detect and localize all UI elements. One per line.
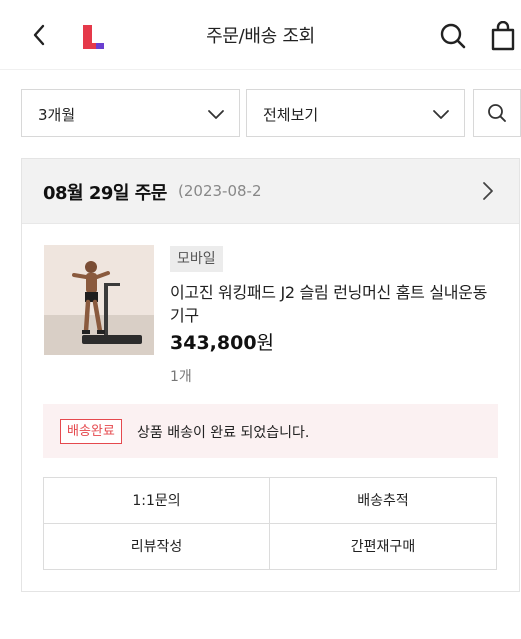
order-card: 08월 29일 주문 (2023-08-2 모바일 이고진 워킹패드 J2 슬림… [21, 158, 520, 592]
inquiry-button[interactable]: 1:1문의 [44, 478, 270, 524]
price-unit: 원 [256, 332, 275, 354]
delivery-status-box: 배송완료 상품 배송이 완료 되었습니다. [43, 404, 498, 458]
shopping-bag-button[interactable] [486, 18, 520, 54]
status-badge: 배송완료 [60, 419, 122, 444]
product-quantity: 1개 [170, 369, 192, 385]
period-select[interactable]: 3개월 [21, 89, 240, 137]
order-date: 08월 29일 주문 [43, 183, 167, 204]
period-select-value: 3개월 [38, 106, 76, 124]
order-number: (2023-08-2 [178, 182, 262, 200]
app-header: 주문/배송 조회 [0, 0, 521, 70]
product-name[interactable]: 이고진 워킹패드 J2 슬림 런닝머신 홈트 실내운동 기구 [170, 281, 500, 327]
filter-search-button[interactable] [473, 89, 521, 137]
order-actions: 1:1문의 배송추적 리뷰작성 간편재구매 [43, 477, 497, 570]
chevron-down-icon [208, 110, 224, 119]
track-delivery-button[interactable]: 배송추적 [270, 478, 496, 524]
product-price: 343,800원 [170, 328, 274, 355]
search-icon [440, 23, 466, 49]
status-message: 상품 배송이 완료 되었습니다. [137, 425, 310, 441]
quick-reorder-button[interactable]: 간편재구매 [270, 523, 496, 569]
order-header[interactable]: 08월 29일 주문 (2023-08-2 [22, 159, 519, 224]
shopping-bag-icon [491, 21, 515, 51]
type-select-value: 전체보기 [263, 106, 319, 124]
price-value: 343,800 [170, 332, 257, 354]
write-review-button[interactable]: 리뷰작성 [44, 523, 270, 569]
treadmill-photo-illustration [44, 245, 154, 355]
chevron-right-icon [483, 182, 493, 200]
channel-badge: 모바일 [170, 246, 223, 272]
type-select[interactable]: 전체보기 [246, 89, 465, 137]
chevron-down-icon [433, 110, 449, 119]
search-icon [488, 104, 506, 122]
product-image[interactable] [44, 245, 154, 355]
header-search-button[interactable] [436, 19, 470, 53]
